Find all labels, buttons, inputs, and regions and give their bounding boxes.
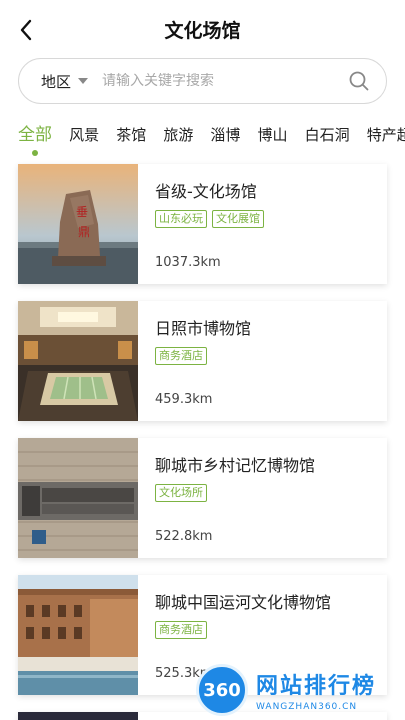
venue-image-museum-interior xyxy=(18,301,138,421)
venue-image-museum-exterior xyxy=(18,575,138,695)
search-input[interactable] xyxy=(102,73,346,89)
region-label: 地区 xyxy=(41,72,72,91)
venue-title: 聊城中国运河文化博物馆 xyxy=(155,593,332,612)
tab-boshan[interactable]: 博山 xyxy=(258,118,288,152)
tab-scenery[interactable]: 风景 xyxy=(69,118,99,152)
venue-title: 聊城市乡村记忆博物馆 xyxy=(155,456,316,475)
watermark-badge: 360 xyxy=(196,664,248,716)
venue-title: 日照市博物馆 xyxy=(155,319,252,338)
venue-tags: 商务酒店 xyxy=(155,621,387,639)
venue-tag: 文化展馆 xyxy=(212,210,264,228)
category-tabs: 全部 风景 茶馆 旅游 淄博 博山 白石洞 特产超 xyxy=(0,118,405,158)
tab-zibo[interactable]: 淄博 xyxy=(210,118,240,152)
venue-tag: 商务酒店 xyxy=(155,621,207,639)
venue-tags: 文化场所 xyxy=(155,484,387,502)
page-title: 文化场馆 xyxy=(164,20,241,42)
venue-image-brick-wall-sign xyxy=(18,438,138,558)
app-header: 文化场馆 xyxy=(0,0,405,60)
watermark-domain: WANGZHAN360.CN xyxy=(256,702,358,712)
venue-tag: 商务酒店 xyxy=(155,347,207,365)
venue-info: 省级-文化场馆 山东必玩 文化展馆 1037.3km xyxy=(138,164,387,284)
search-icon[interactable] xyxy=(346,68,372,94)
caret-down-icon xyxy=(78,78,89,84)
watermark-logo: 360 网站排行榜 WANGZHAN360.CN xyxy=(196,660,405,720)
tab-all[interactable]: 全部 xyxy=(18,118,52,156)
venue-tags: 山东必玩 文化展馆 xyxy=(155,210,387,228)
venue-title: 省级-文化场馆 xyxy=(155,182,257,201)
venue-distance: 459.3km xyxy=(155,392,213,407)
venue-distance: 522.8km xyxy=(155,529,213,544)
venue-info: 日照市博物馆 商务酒店 459.3km xyxy=(138,301,387,421)
watermark-title: 网站排行榜 xyxy=(256,674,377,699)
venue-image xyxy=(18,712,138,720)
venue-tag: 山东必玩 xyxy=(155,210,207,228)
region-dropdown[interactable]: 地区 xyxy=(41,71,89,92)
tab-specialty[interactable]: 特产超 xyxy=(367,118,405,152)
venue-distance: 1037.3km xyxy=(155,255,221,270)
venue-tag: 文化场所 xyxy=(155,484,207,502)
venue-info: 聊城市乡村记忆博物馆 文化场所 522.8km xyxy=(138,438,387,558)
venue-tags: 商务酒店 xyxy=(155,347,387,365)
venue-card[interactable]: 日照市博物馆 商务酒店 459.3km xyxy=(18,301,387,421)
venue-card[interactable]: 聊城市乡村记忆博物馆 文化场所 522.8km xyxy=(18,438,387,558)
svg-text:垂: 垂 xyxy=(76,205,88,219)
venue-card[interactable]: 垂 鼎 省级-文化场馆 山东必玩 文化展馆 1037.3km xyxy=(18,164,387,284)
venue-image-stone-monument: 垂 鼎 xyxy=(18,164,138,284)
search-bar: 地区 xyxy=(18,58,387,104)
svg-text:鼎: 鼎 xyxy=(78,225,90,239)
tab-baishidong[interactable]: 白石洞 xyxy=(305,118,350,152)
tab-teahouse[interactable]: 茶馆 xyxy=(116,118,146,152)
tab-travel[interactable]: 旅游 xyxy=(163,118,193,152)
